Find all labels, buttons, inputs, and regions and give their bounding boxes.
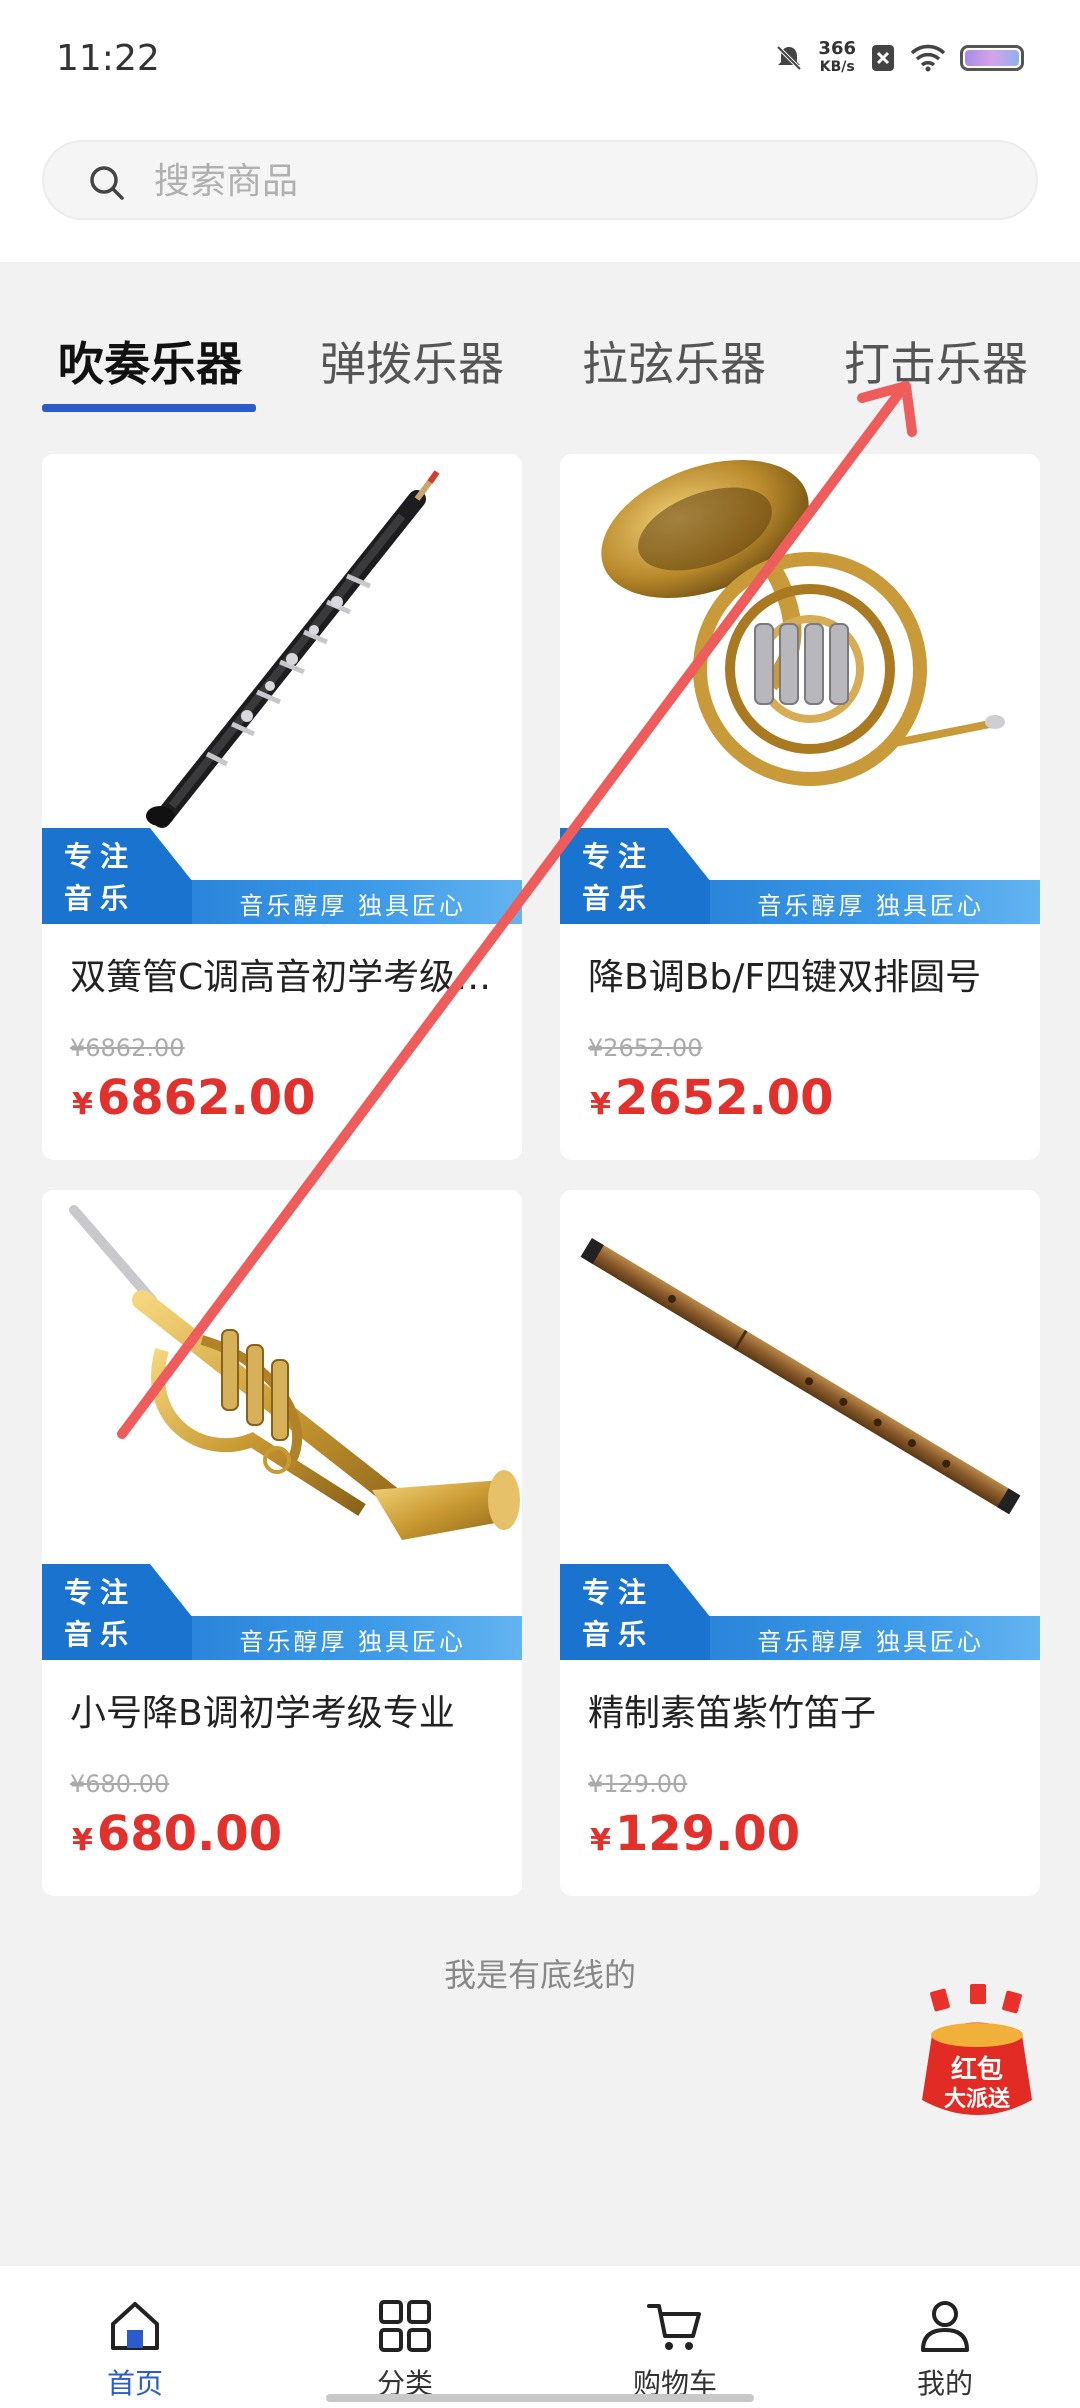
price-value: 129.00	[614, 1806, 801, 1862]
product-original-price: ¥6862.00	[70, 1034, 185, 1062]
banner-tag-line2: 音乐	[64, 882, 137, 915]
speed-value: 366	[818, 38, 856, 59]
promo-line1: 红包	[951, 2054, 1003, 2085]
product-title: 小号降B调初学考级专业	[70, 1693, 455, 1734]
product-card[interactable]: 专注音乐 音乐醇厚 独具匠心 精制素笛紫竹笛子 ¥129.00 ¥129.00	[560, 1190, 1040, 1896]
banner-slogan: 音乐醇厚 独具匠心	[239, 1628, 466, 1656]
banner-tag-line1: 专注	[582, 840, 655, 873]
banner-tag-line2: 音乐	[582, 882, 655, 915]
banner-tag-line1: 专注	[64, 1576, 137, 1609]
nav-home-label: 首页	[106, 2367, 163, 2400]
price-value: 680.00	[96, 1806, 283, 1862]
product-price: ¥680.00	[72, 1806, 282, 1862]
banner-tag: 专注 音乐	[64, 1572, 136, 1656]
nav-category[interactable]: 分类	[270, 2266, 540, 2408]
tab-percussion-instruments[interactable]: 打击乐器	[844, 328, 1028, 394]
battery-icon	[960, 45, 1024, 71]
product-banner: 专注音乐 音乐醇厚 独具匠心	[42, 1564, 522, 1660]
tab-bowed-instruments[interactable]: 拉弦乐器	[582, 328, 766, 394]
product-title: 双簧管C调高音初学考级专业	[70, 957, 500, 998]
mute-bell-icon	[777, 45, 802, 71]
product-card[interactable]: 专注音乐 音乐醇厚 独具匠心 小号降B调初学考级专业 ¥680.00 ¥680.…	[42, 1190, 522, 1896]
product-title: 精制素笛紫竹笛子	[588, 1693, 877, 1734]
banner-slogan: 音乐醇厚 独具匠心	[757, 892, 984, 920]
product-banner: 专注音乐 音乐醇厚 独具匠心	[42, 828, 522, 924]
banner-tag: 专注 音乐	[582, 1572, 654, 1656]
banner-tag-line2: 音乐	[582, 1618, 655, 1651]
grid-icon	[379, 2300, 431, 2352]
promo-line2: 大派送	[944, 2086, 1010, 2112]
price-value: 2652.00	[614, 1070, 834, 1126]
price-currency: ¥	[590, 1087, 611, 1122]
search-icon	[90, 166, 124, 200]
banner-tag: 专注 音乐	[582, 836, 654, 920]
status-icons: 366 KB/s	[774, 40, 1024, 76]
banner-tag: 专注 音乐	[64, 836, 136, 920]
product-original-price: ¥680.00	[70, 1770, 170, 1798]
price-currency: ¥	[72, 1823, 93, 1858]
product-title: 降B调Bb/F四键双排圆号	[588, 957, 982, 998]
product-original-price: ¥2652.00	[588, 1034, 703, 1062]
red-packet-promo[interactable]: 红包 大派送	[912, 1980, 1042, 2130]
tab-plucked-instruments[interactable]: 弹拨乐器	[320, 328, 504, 394]
network-speed: 366 KB/s	[818, 40, 856, 76]
product-card[interactable]: 专注音乐 音乐醇厚 独具匠心 双簧管C调高音初学考级专业 ¥6862.00 ¥6…	[42, 454, 522, 1160]
wifi-icon	[910, 44, 946, 72]
category-tabs: 吹奏乐器 弹拨乐器 拉弦乐器 打击乐器	[0, 318, 1080, 418]
banner-tag-line1: 专注	[582, 1576, 655, 1609]
price-currency: ¥	[590, 1823, 611, 1858]
status-bar: 11:22 366 KB/s	[0, 0, 1080, 130]
cart-icon	[647, 2304, 701, 2350]
banner-slogan: 音乐醇厚 独具匠心	[239, 892, 466, 920]
search-input[interactable]	[152, 156, 956, 206]
no-sim-icon	[872, 45, 894, 71]
product-price: ¥2652.00	[590, 1070, 834, 1126]
home-icon	[111, 2302, 159, 2350]
search-bar[interactable]	[42, 140, 1038, 220]
nav-profile-label: 我的	[916, 2367, 973, 2400]
user-icon	[921, 2301, 969, 2352]
product-banner: 专注音乐 音乐醇厚 独具匠心	[560, 1564, 1040, 1660]
product-price: ¥129.00	[590, 1806, 800, 1862]
search-area	[0, 130, 1080, 262]
price-value: 6862.00	[96, 1070, 316, 1126]
product-banner: 专注音乐 音乐醇厚 独具匠心	[560, 828, 1040, 924]
gesture-home-bar[interactable]	[326, 2394, 754, 2402]
status-time: 11:22	[56, 38, 160, 79]
nav-cart[interactable]: 购物车	[540, 2266, 810, 2408]
bottom-nav: 首页 分类 购物车 我的	[0, 2266, 1080, 2408]
price-currency: ¥	[72, 1087, 93, 1122]
product-card[interactable]: 专注音乐 音乐醇厚 独具匠心 降B调Bb/F四键双排圆号 ¥2652.00 ¥2…	[560, 454, 1040, 1160]
nav-profile[interactable]: 我的	[810, 2266, 1080, 2408]
speed-unit: KB/s	[819, 59, 855, 75]
banner-tag-line1: 专注	[64, 840, 137, 873]
product-original-price: ¥129.00	[588, 1770, 688, 1798]
tab-wind-instruments[interactable]: 吹奏乐器	[58, 328, 242, 394]
red-packet-icon: 红包 大派送	[922, 1984, 1032, 2115]
nav-home[interactable]: 首页	[0, 2266, 270, 2408]
tab-active-indicator	[42, 404, 256, 412]
banner-tag-line2: 音乐	[64, 1618, 137, 1651]
product-price: ¥6862.00	[72, 1070, 316, 1126]
banner-slogan: 音乐醇厚 独具匠心	[757, 1628, 984, 1656]
